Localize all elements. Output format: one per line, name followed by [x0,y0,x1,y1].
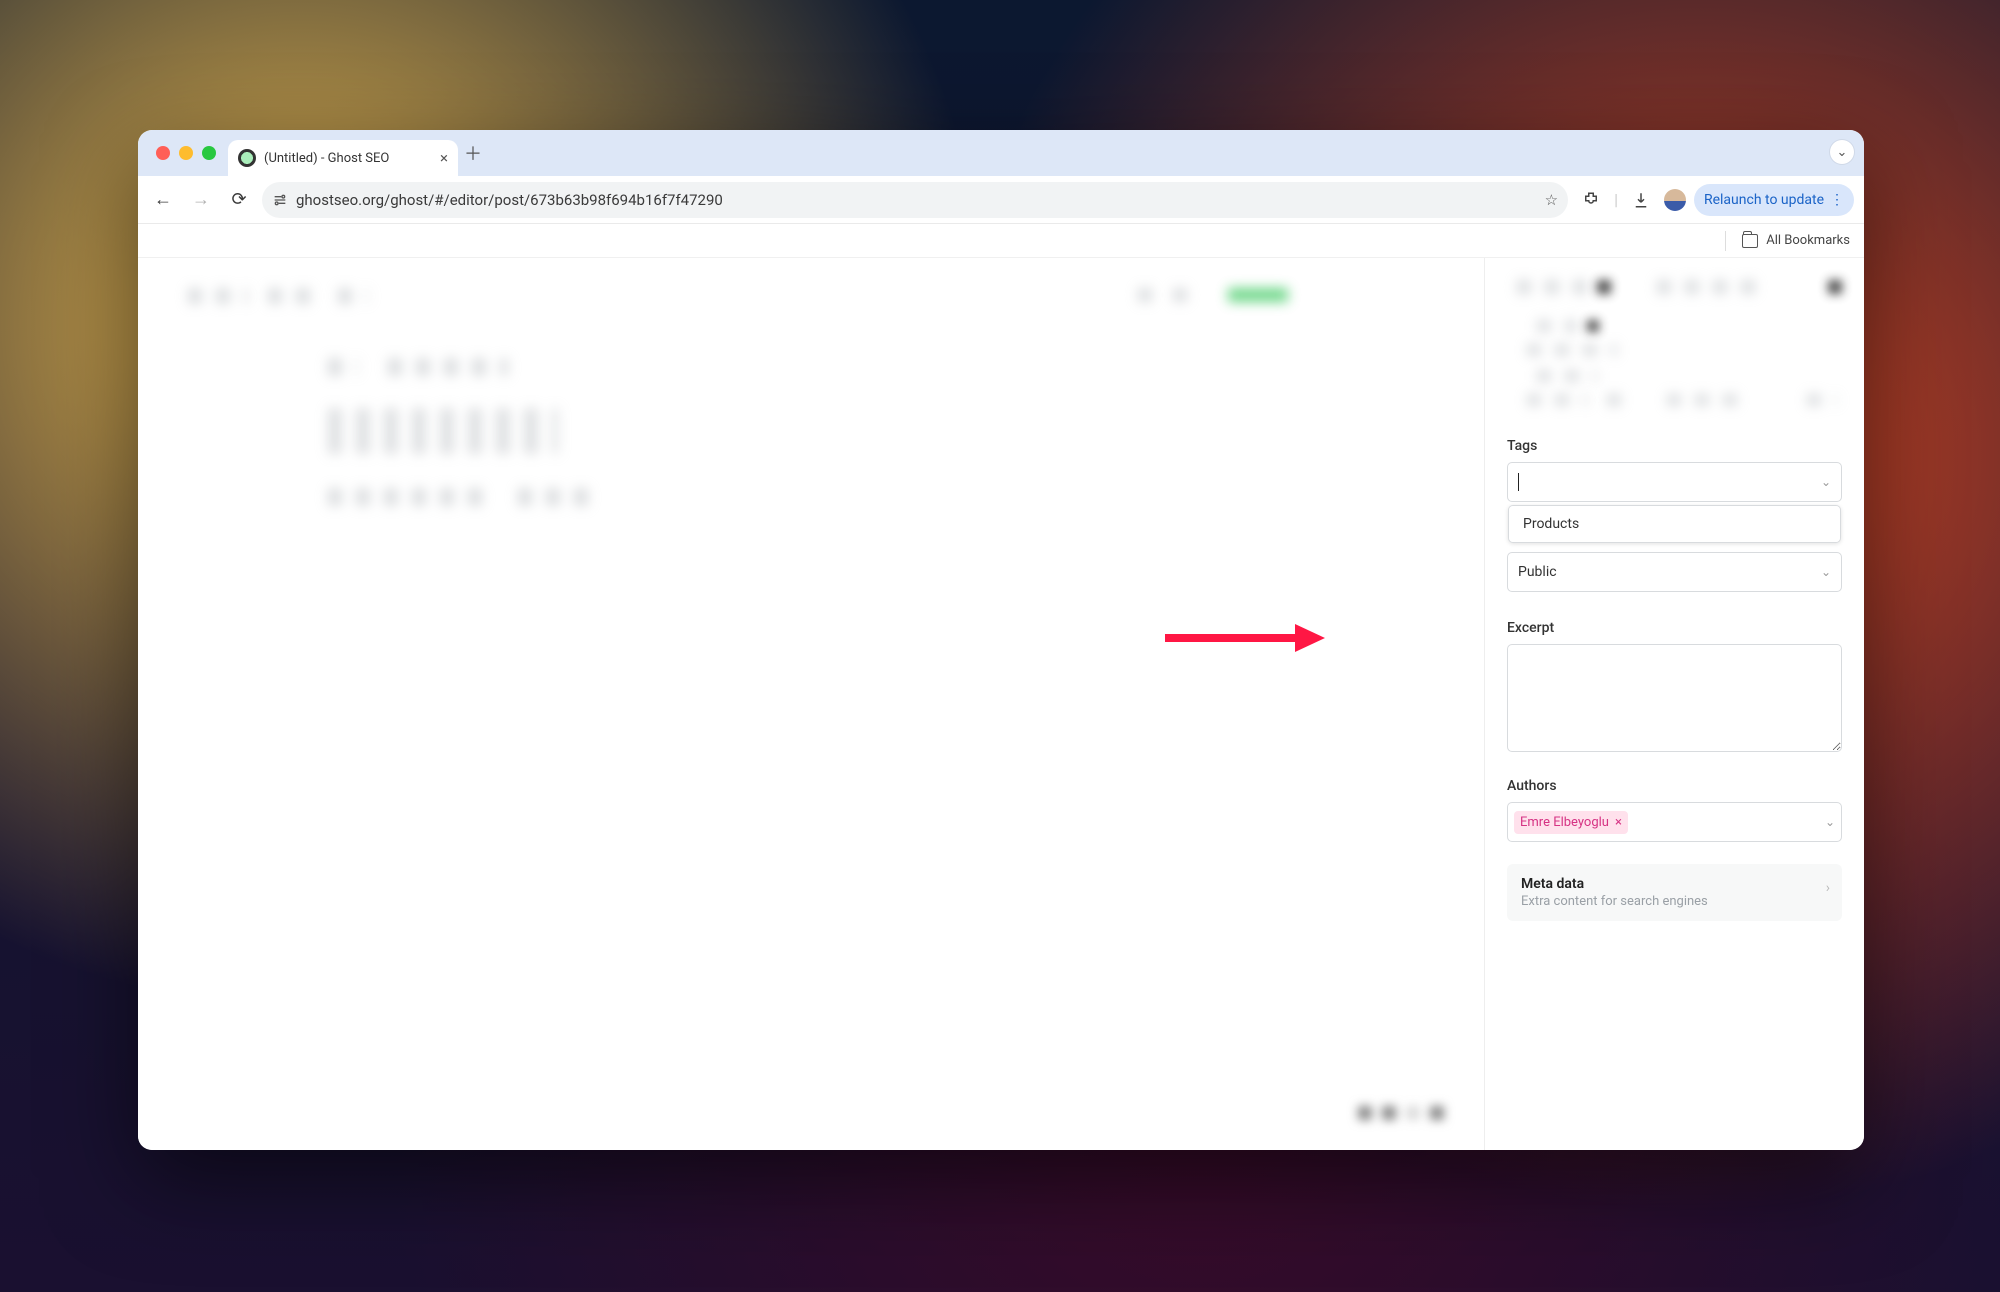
extensions-icon[interactable] [1576,185,1606,215]
meta-data-title: Meta data [1521,876,1828,892]
app-content: Tags ⌄ Products Public ⌄ Excerpt [138,258,1864,1150]
folder-icon [1742,234,1758,248]
nav-back-button[interactable]: ← [148,185,178,215]
authors-input[interactable]: Emre Elbeyoglu × ⌄ [1507,802,1842,842]
tags-label: Tags [1507,438,1842,454]
address-bar-url: ghostseo.org/ghost/#/editor/post/673b63b… [296,191,1537,209]
maximize-window-button[interactable] [202,146,216,160]
tags-input-field[interactable] [1519,463,1821,501]
bookmarks-separator [1725,231,1726,251]
new-tab-button[interactable]: ＋ [458,140,488,166]
tab-favicon [238,149,256,167]
all-bookmarks-button[interactable]: All Bookmarks [1742,233,1850,248]
post-access-value: Public [1518,564,1557,580]
tab-close-icon[interactable]: × [440,149,448,167]
profile-avatar-icon[interactable] [1664,189,1686,211]
address-bar[interactable]: ghostseo.org/ghost/#/editor/post/673b63b… [262,182,1568,218]
more-menu-icon[interactable]: ⋮ [1830,192,1844,208]
excerpt-label: Excerpt [1507,620,1842,636]
chevron-down-icon[interactable]: ⌄ [1821,565,1831,579]
browser-tab-active[interactable]: (Untitled) - Ghost SEO × [228,140,458,176]
close-window-button[interactable] [156,146,170,160]
minimize-window-button[interactable] [179,146,193,160]
meta-data-subtitle: Extra content for search engines [1521,894,1828,909]
post-settings-sidebar: Tags ⌄ Products Public ⌄ Excerpt [1484,258,1864,1150]
bookmarks-bar: All Bookmarks [138,224,1864,258]
tab-strip: (Untitled) - Ghost SEO × ＋ ⌄ [138,130,1864,176]
browser-window: (Untitled) - Ghost SEO × ＋ ⌄ ← → ⟳ ghost… [138,130,1864,1150]
relaunch-label: Relaunch to update [1704,192,1824,208]
tab-title: (Untitled) - Ghost SEO [264,151,389,166]
downloads-icon[interactable] [1626,185,1656,215]
nav-reload-button[interactable]: ⟳ [224,185,254,215]
tags-dropdown-option-products[interactable]: Products [1509,506,1840,542]
chevron-down-icon[interactable]: ⌄ [1821,475,1831,489]
authors-label: Authors [1507,778,1842,794]
remove-author-icon[interactable]: × [1615,815,1622,830]
excerpt-textarea[interactable] [1507,644,1842,752]
editor-footer-blur [1358,1106,1444,1120]
window-controls [156,146,216,160]
nav-forward-button[interactable]: → [186,185,216,215]
tags-dropdown: Products [1508,505,1841,543]
post-access-select[interactable]: Public ⌄ [1507,552,1842,592]
relaunch-button[interactable]: Relaunch to update ⋮ [1694,184,1854,216]
browser-toolbar: ← → ⟳ ghostseo.org/ghost/#/editor/post/6… [138,176,1864,224]
sidebar-url-blur [1507,360,1842,420]
tags-input[interactable]: ⌄ Products [1507,462,1842,502]
author-chip-label: Emre Elbeyoglu [1520,815,1609,830]
sidebar-header-blur [1507,280,1842,360]
site-settings-icon[interactable] [272,192,288,208]
chevron-down-icon[interactable]: ⌄ [1825,815,1835,829]
tab-list-button[interactable]: ⌄ [1830,140,1854,164]
meta-data-panel[interactable]: Meta data Extra content for search engin… [1507,864,1842,921]
all-bookmarks-label: All Bookmarks [1766,233,1850,248]
chevron-right-icon: › [1826,880,1830,896]
bookmark-star-icon[interactable]: ☆ [1545,191,1558,209]
dropdown-option-label: Products [1523,516,1579,532]
editor-canvas[interactable] [138,258,1484,1150]
author-chip[interactable]: Emre Elbeyoglu × [1514,811,1628,834]
